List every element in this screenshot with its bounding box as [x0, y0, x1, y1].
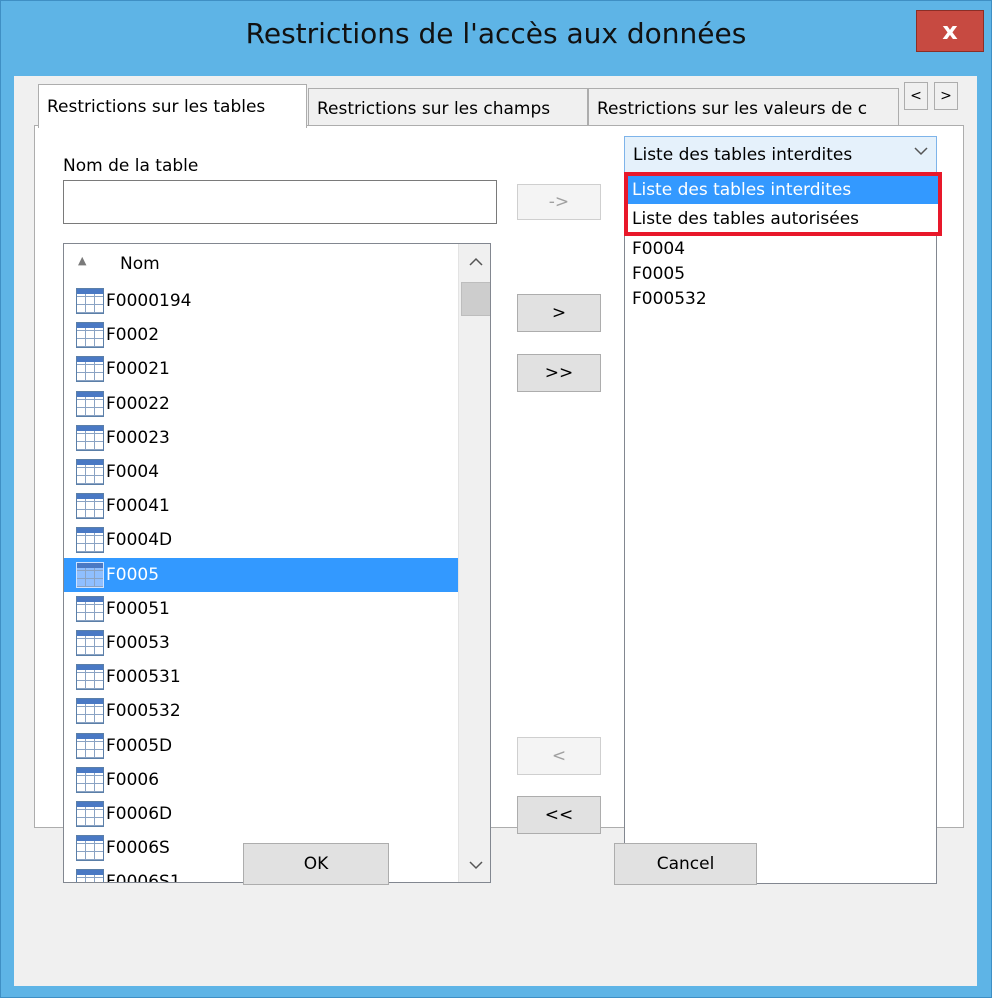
- table-grid-icon: [76, 390, 104, 417]
- table-row-label: F00023: [106, 427, 170, 448]
- sort-ascending-icon: ▲: [78, 254, 87, 267]
- tab-value-restrictions[interactable]: Restrictions sur les valeurs de c: [588, 88, 899, 128]
- table-grid-icon: [76, 698, 104, 725]
- table-row-label: F0002: [106, 325, 160, 346]
- table-grid-icon: [76, 561, 104, 588]
- table-grid-icon: [76, 664, 104, 691]
- table-row-label: F0004: [106, 462, 160, 483]
- table-row[interactable]: F00023: [64, 421, 458, 455]
- table-row[interactable]: F000531: [64, 660, 458, 694]
- remove-selected-button[interactable]: <: [517, 737, 601, 775]
- table-row-label: F000532: [106, 701, 181, 722]
- table-grid-icon: [76, 766, 104, 793]
- table-row-label: F0006D: [106, 803, 173, 824]
- vertical-scrollbar[interactable]: [458, 244, 490, 882]
- table-grid-icon: [76, 732, 104, 759]
- table-row-label: F0005: [106, 564, 160, 585]
- title-bar: Restrictions de l'accès aux données: [1, 1, 991, 77]
- add-all-button[interactable]: >>: [517, 354, 601, 392]
- list-header[interactable]: ▲ Nom: [64, 244, 458, 284]
- tab-table-restrictions[interactable]: Restrictions sur les tables: [38, 84, 307, 128]
- table-row[interactable]: F00021: [64, 352, 458, 386]
- highlight-annotation: [624, 172, 942, 236]
- table-row-label: F00051: [106, 598, 170, 619]
- table-row[interactable]: F0006D: [64, 797, 458, 831]
- table-row[interactable]: F00041: [64, 489, 458, 523]
- table-list[interactable]: ▲ Nom F0000194 F0002 F00021 F00022 F00023 F00…: [63, 243, 491, 883]
- column-header-nom[interactable]: Nom: [120, 254, 160, 274]
- list-item[interactable]: F0004: [632, 237, 707, 262]
- restricted-tables-items: F0004 F0005 F000532: [632, 237, 707, 312]
- chevron-up-icon[interactable]: [459, 244, 490, 278]
- table-row-label: F0000194: [106, 291, 192, 312]
- table-grid-icon: [76, 459, 104, 486]
- table-grid-icon: [76, 629, 104, 656]
- table-row[interactable]: F0004D: [64, 523, 458, 557]
- table-row[interactable]: F0005: [64, 557, 458, 592]
- table-grid-icon: [76, 288, 104, 315]
- table-row-label: F00041: [106, 496, 170, 517]
- table-row[interactable]: F0002: [64, 318, 458, 352]
- table-row-label: F00021: [106, 359, 170, 380]
- cancel-button[interactable]: Cancel: [614, 843, 757, 885]
- chevron-down-icon[interactable]: [914, 144, 928, 160]
- add-by-name-button[interactable]: ->: [517, 184, 601, 220]
- table-grid-icon: [76, 800, 104, 827]
- table-grid-icon: [76, 869, 104, 882]
- table-list-rows: F0000194 F0002 F00021 F00022 F00023 F0004 F000…: [64, 284, 458, 883]
- list-type-combo[interactable]: Liste des tables interdites: [624, 136, 937, 174]
- table-row[interactable]: F0004: [64, 455, 458, 489]
- add-selected-button[interactable]: >: [517, 294, 601, 332]
- tab-scroll-left-button[interactable]: <: [904, 82, 928, 110]
- list-item[interactable]: F000532: [632, 287, 707, 312]
- table-row[interactable]: F00051: [64, 592, 458, 626]
- table-row-label: F0005D: [106, 735, 173, 756]
- close-button[interactable]: x: [916, 10, 984, 52]
- table-row-label: F0006: [106, 769, 160, 790]
- table-row[interactable]: F0005D: [64, 728, 458, 762]
- table-grid-icon: [76, 424, 104, 451]
- dialog-title: Restrictions de l'accès aux données: [245, 17, 747, 50]
- ok-button[interactable]: OK: [243, 843, 389, 885]
- table-row[interactable]: F0006: [64, 763, 458, 797]
- table-row-label: F0006S1: [106, 872, 181, 883]
- table-grid-icon: [76, 322, 104, 349]
- scrollbar-thumb[interactable]: [461, 282, 490, 316]
- table-grid-icon: [76, 835, 104, 862]
- table-row-label: F0004D: [106, 530, 173, 551]
- tab-scroll-right-button[interactable]: >: [934, 82, 958, 110]
- combo-value: Liste des tables interdites: [633, 145, 853, 165]
- tab-field-restrictions[interactable]: Restrictions sur les champs: [308, 88, 588, 128]
- table-row-label: F00022: [106, 393, 170, 414]
- table-grid-icon: [76, 356, 104, 383]
- table-grid-icon: [76, 493, 104, 520]
- table-row-label: F0006S: [106, 838, 170, 859]
- table-row[interactable]: F00022: [64, 387, 458, 421]
- list-item[interactable]: F0005: [632, 262, 707, 287]
- table-row[interactable]: F0000194: [64, 284, 458, 318]
- table-row[interactable]: F00053: [64, 626, 458, 660]
- table-name-label: Nom de la table: [63, 156, 199, 176]
- table-row-label: F00053: [106, 632, 170, 653]
- table-grid-icon: [76, 527, 104, 554]
- table-row[interactable]: F000532: [64, 694, 458, 728]
- table-grid-icon: [76, 595, 104, 622]
- table-row-label: F000531: [106, 667, 181, 688]
- chevron-down-icon[interactable]: [459, 848, 490, 882]
- table-name-input[interactable]: [63, 180, 497, 224]
- remove-all-button[interactable]: <<: [517, 796, 601, 834]
